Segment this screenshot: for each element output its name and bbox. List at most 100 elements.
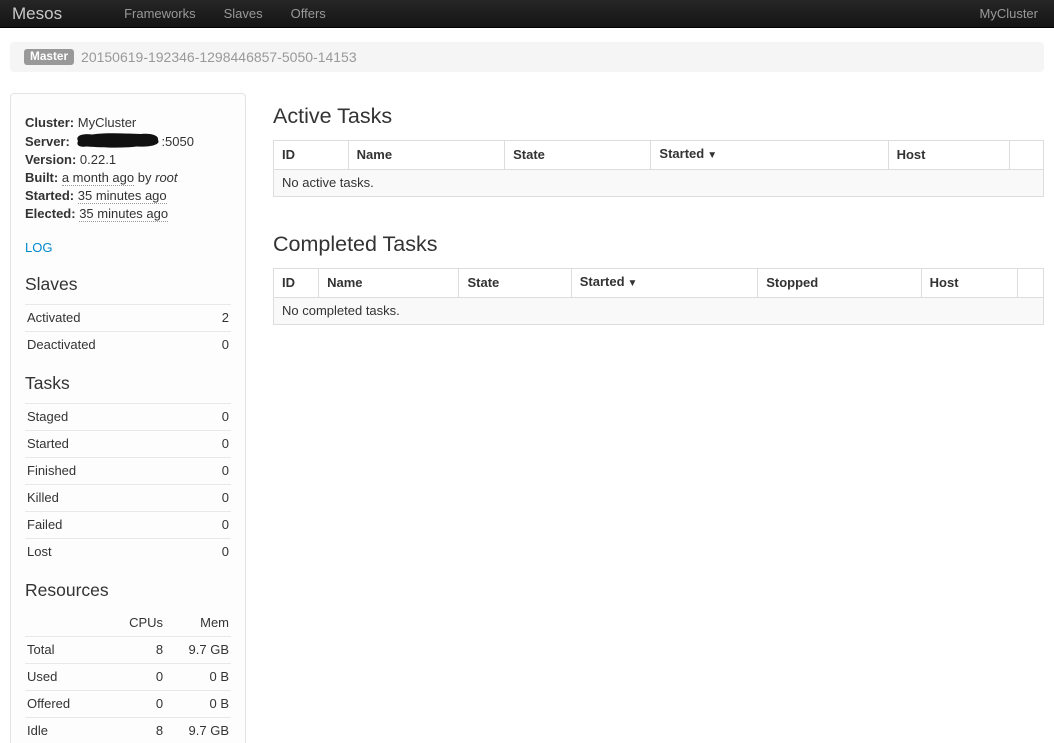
info-server: Server: :5050 [25, 132, 231, 151]
col-name[interactable]: Name [319, 269, 459, 298]
tasks-row-lost: Lost 0 [25, 539, 231, 566]
info-built-by: by [138, 170, 152, 185]
col-state[interactable]: State [459, 269, 571, 298]
brand-mesos[interactable]: Mesos [12, 4, 62, 24]
info-version-label: Version: [25, 152, 76, 167]
stat-mem: 0 B [165, 691, 231, 718]
info-server-label: Server: [25, 134, 70, 149]
info-built: Built: a month ago by root [25, 169, 231, 187]
stat-label: Failed [25, 512, 195, 539]
info-started-label: Started: [25, 188, 74, 203]
col-host[interactable]: Host [921, 269, 1017, 298]
active-tasks-table: ID Name State Started▼ Host No active ta… [273, 140, 1044, 197]
sort-desc-icon: ▼ [628, 278, 638, 289]
stat-cpus: 8 [107, 718, 165, 743]
sort-desc-icon: ▼ [707, 150, 717, 161]
tasks-row-failed: Failed 0 [25, 512, 231, 539]
stat-value: 0 [195, 539, 231, 566]
cluster-name-text: MyCluster [979, 6, 1042, 21]
stat-label: Idle [25, 718, 107, 743]
resources-col-cpus: CPUs [107, 610, 165, 637]
stat-label: Total [25, 637, 107, 664]
sidebar-panel: Cluster: MyCluster Server: :5050 Version… [10, 93, 246, 743]
resources-row-total: Total 8 9.7 GB [25, 637, 231, 664]
stat-label: Used [25, 664, 107, 691]
nav-item-offers[interactable]: Offers [277, 0, 340, 27]
resources-header-row: CPUs Mem [25, 610, 231, 637]
stat-label: Killed [25, 485, 195, 512]
info-built-author: root [155, 170, 177, 185]
resources-row-used: Used 0 0 B [25, 664, 231, 691]
stat-mem: 0 B [165, 664, 231, 691]
active-tasks-empty-row: No active tasks. [274, 170, 1044, 197]
stat-value: 2 [203, 305, 231, 332]
breadcrumb: Master 20150619-192346-1298446857-5050-1… [10, 42, 1044, 72]
tasks-row-finished: Finished 0 [25, 458, 231, 485]
stat-label: Finished [25, 458, 195, 485]
main-content: Active Tasks ID Name State Started▼ Host [273, 72, 1044, 325]
resources-row-idle: Idle 8 9.7 GB [25, 718, 231, 743]
info-started: Started: 35 minutes ago [25, 187, 231, 205]
nav-item-slaves[interactable]: Slaves [210, 0, 277, 27]
active-tasks-title: Active Tasks [273, 103, 1044, 130]
stat-label: Started [25, 431, 195, 458]
stat-cpus: 0 [107, 664, 165, 691]
info-cluster-label: Cluster: [25, 115, 74, 130]
info-cluster-value: MyCluster [78, 115, 137, 130]
completed-tasks-header-row: ID Name State Started▼ Stopped Host [274, 269, 1044, 298]
info-elected: Elected: 35 minutes ago [25, 205, 231, 223]
master-badge: Master [24, 49, 74, 66]
redacted-server-address [73, 132, 161, 149]
info-version: Version: 0.22.1 [25, 151, 231, 169]
stat-label: Lost [25, 539, 195, 566]
tasks-row-started: Started 0 [25, 431, 231, 458]
resources-table: CPUs Mem Total 8 9.7 GB Used 0 0 B [25, 610, 231, 743]
col-started[interactable]: Started▼ [571, 269, 757, 298]
info-built-time: a month ago [62, 170, 134, 186]
navbar-menu: Frameworks Slaves Offers [110, 6, 340, 21]
info-started-time: 35 minutes ago [78, 188, 167, 204]
col-state[interactable]: State [505, 141, 651, 170]
slaves-row-deactivated: Deactivated 0 [25, 332, 231, 359]
completed-tasks-empty-message: No completed tasks. [274, 298, 1044, 325]
col-name[interactable]: Name [348, 141, 504, 170]
info-version-value: 0.22.1 [80, 152, 116, 167]
completed-tasks-table: ID Name State Started▼ Stopped Host No c… [273, 268, 1044, 325]
col-stopped[interactable]: Stopped [758, 269, 921, 298]
stat-value: 0 [195, 485, 231, 512]
stat-value: 0 [203, 332, 231, 359]
active-tasks-header-row: ID Name State Started▼ Host [274, 141, 1044, 170]
completed-tasks-section: Completed Tasks ID Name State Started▼ S… [273, 231, 1044, 325]
log-link[interactable]: LOG [25, 240, 52, 255]
col-started[interactable]: Started▼ [651, 141, 888, 170]
stat-label: Deactivated [25, 332, 203, 359]
slaves-stats-table: Activated 2 Deactivated 0 [25, 304, 231, 358]
stat-cpus: 0 [107, 691, 165, 718]
col-host[interactable]: Host [888, 141, 1009, 170]
resources-heading: Resources [25, 579, 231, 601]
info-server-port: :5050 [161, 134, 194, 149]
completed-tasks-empty-row: No completed tasks. [274, 298, 1044, 325]
stat-value: 0 [195, 404, 231, 431]
stat-mem: 9.7 GB [165, 718, 231, 743]
col-id[interactable]: ID [274, 269, 319, 298]
col-actions [1017, 269, 1043, 298]
tasks-row-killed: Killed 0 [25, 485, 231, 512]
stat-label: Offered [25, 691, 107, 718]
active-tasks-empty-message: No active tasks. [274, 170, 1044, 197]
stat-value: 0 [195, 431, 231, 458]
tasks-stats-table: Staged 0 Started 0 Finished 0 Killed 0 [25, 403, 231, 565]
slaves-row-activated: Activated 2 [25, 305, 231, 332]
resources-row-offered: Offered 0 0 B [25, 691, 231, 718]
col-actions [1009, 141, 1043, 170]
col-id[interactable]: ID [274, 141, 349, 170]
info-built-label: Built: [25, 170, 58, 185]
info-elected-time: 35 minutes ago [79, 206, 168, 222]
tasks-heading: Tasks [25, 372, 231, 394]
slaves-heading: Slaves [25, 273, 231, 295]
stat-value: 0 [195, 512, 231, 539]
nav-item-frameworks[interactable]: Frameworks [110, 0, 210, 27]
info-elected-label: Elected: [25, 206, 76, 221]
stat-cpus: 8 [107, 637, 165, 664]
info-cluster: Cluster: MyCluster [25, 114, 231, 132]
